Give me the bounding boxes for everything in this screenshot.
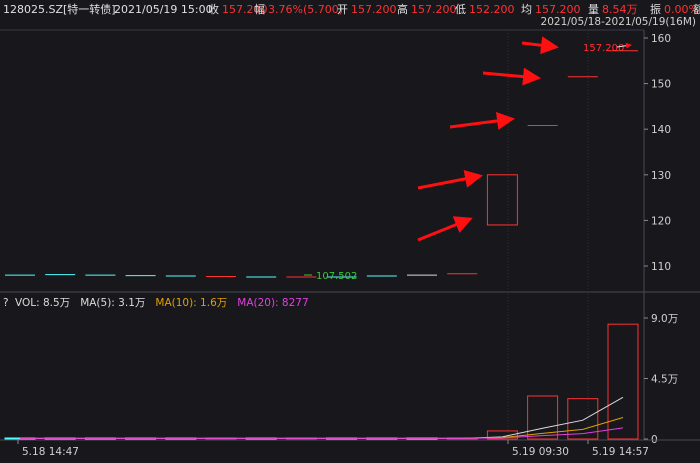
header-item-label: 量	[588, 3, 599, 16]
annotation-arrow-5	[521, 36, 559, 55]
price-tick-label: 110	[651, 261, 671, 273]
price-panel[interactable]: 160 150 140 130 120 110 107.502 157.200	[0, 29, 700, 440]
candle	[486, 174, 518, 226]
header-item-value: 157.200	[351, 3, 397, 16]
annotation-arrow-3	[449, 111, 515, 130]
annotation-arrow-1	[417, 216, 473, 242]
range-label: 2021/05/18-2021/05/19(16M)	[541, 16, 696, 28]
volume-bars	[4, 323, 639, 440]
header-item-value: 157.200	[411, 3, 457, 16]
volume-axis: 9.0万4.5万0	[651, 313, 678, 446]
volume-indicator: MA(5): 3.1万	[80, 297, 145, 309]
volume-indicator: MA(10): 1.6万	[155, 297, 227, 309]
header-item-label: 额	[693, 3, 700, 16]
time-tick-label: 5.19 14:57	[592, 446, 649, 458]
price-tick-label: 150	[651, 79, 671, 91]
time-axis: 5.18 14:47 5.19 09:30 5.19 14:57	[17, 440, 649, 458]
kline-chart[interactable]: 128025.SZ[特一转债] 2021/05/19 15:00 收 157.20…	[0, 0, 700, 463]
help-icon[interactable]: ?	[3, 297, 9, 309]
price-axis: 160 150 140 130 120 110	[651, 33, 671, 273]
header-item-label: 振	[650, 2, 661, 16]
header-bar: 128025.SZ[特一转债] 2021/05/19 15:00 收 157.20…	[3, 2, 700, 16]
header-item-value: 152.200	[469, 3, 515, 16]
header-item-label: 低	[455, 3, 466, 16]
price-tick-label: 130	[651, 170, 671, 182]
header-item-label: 均	[521, 3, 532, 16]
header-item-value: 8.54万	[602, 3, 638, 16]
volume-gridlines	[644, 317, 648, 440]
annotation-arrow-2	[417, 170, 483, 190]
annotation-arrow-4	[482, 67, 541, 86]
price-tick-label: 160	[651, 33, 671, 45]
candles	[5, 50, 638, 278]
header-item-value: 3.76%(5.700)	[268, 3, 343, 16]
price-tick-label: 140	[651, 124, 671, 136]
ma-line	[20, 427, 624, 439]
volume-indicator: MA(20): 8277	[237, 297, 308, 309]
low-marker-value: 107.502	[316, 271, 357, 282]
header-item-value: 157.200	[535, 3, 581, 16]
header-item-label: 幅	[254, 3, 265, 16]
high-price-marker: 157.200	[583, 42, 632, 54]
volume-tick-label: 9.0万	[651, 313, 678, 325]
ma-line	[20, 417, 624, 439]
header-item-label: 收	[208, 2, 219, 16]
price-tick-label: 120	[651, 215, 671, 227]
volume-indicator: VOL: 8.5万	[15, 297, 70, 309]
header-item-label: 高	[397, 2, 408, 16]
time-tick-label: 5.18 14:47	[22, 446, 79, 458]
header-item-label: 开	[337, 3, 348, 16]
volume-panel[interactable]: ? VOL: 8.5万 MA(5): 3.1万 MA(10): 1.6万 MA(20)…	[0, 297, 700, 446]
volume-tick-label: 4.5万	[651, 374, 678, 386]
ma-line	[20, 396, 624, 439]
price-gridlines	[644, 37, 648, 267]
volume-bar	[607, 323, 639, 440]
security-code: 128025.SZ[特一转债]	[3, 2, 116, 16]
volume-ma-lines	[20, 396, 624, 439]
volume-legend: VOL: 8.5万 MA(5): 3.1万 MA(10): 1.6万 MA(20): …	[15, 297, 309, 309]
header-quote-items: 收 157.200幅 3.76%(5.700)开 157.200 高 157.200低 15…	[208, 2, 700, 16]
volume-bar	[567, 398, 599, 440]
time-tick-label: 5.19 09:30	[512, 446, 569, 458]
high-marker-value: 157.200	[583, 43, 624, 54]
header-datetime: 2021/05/19 15:00	[114, 3, 213, 16]
